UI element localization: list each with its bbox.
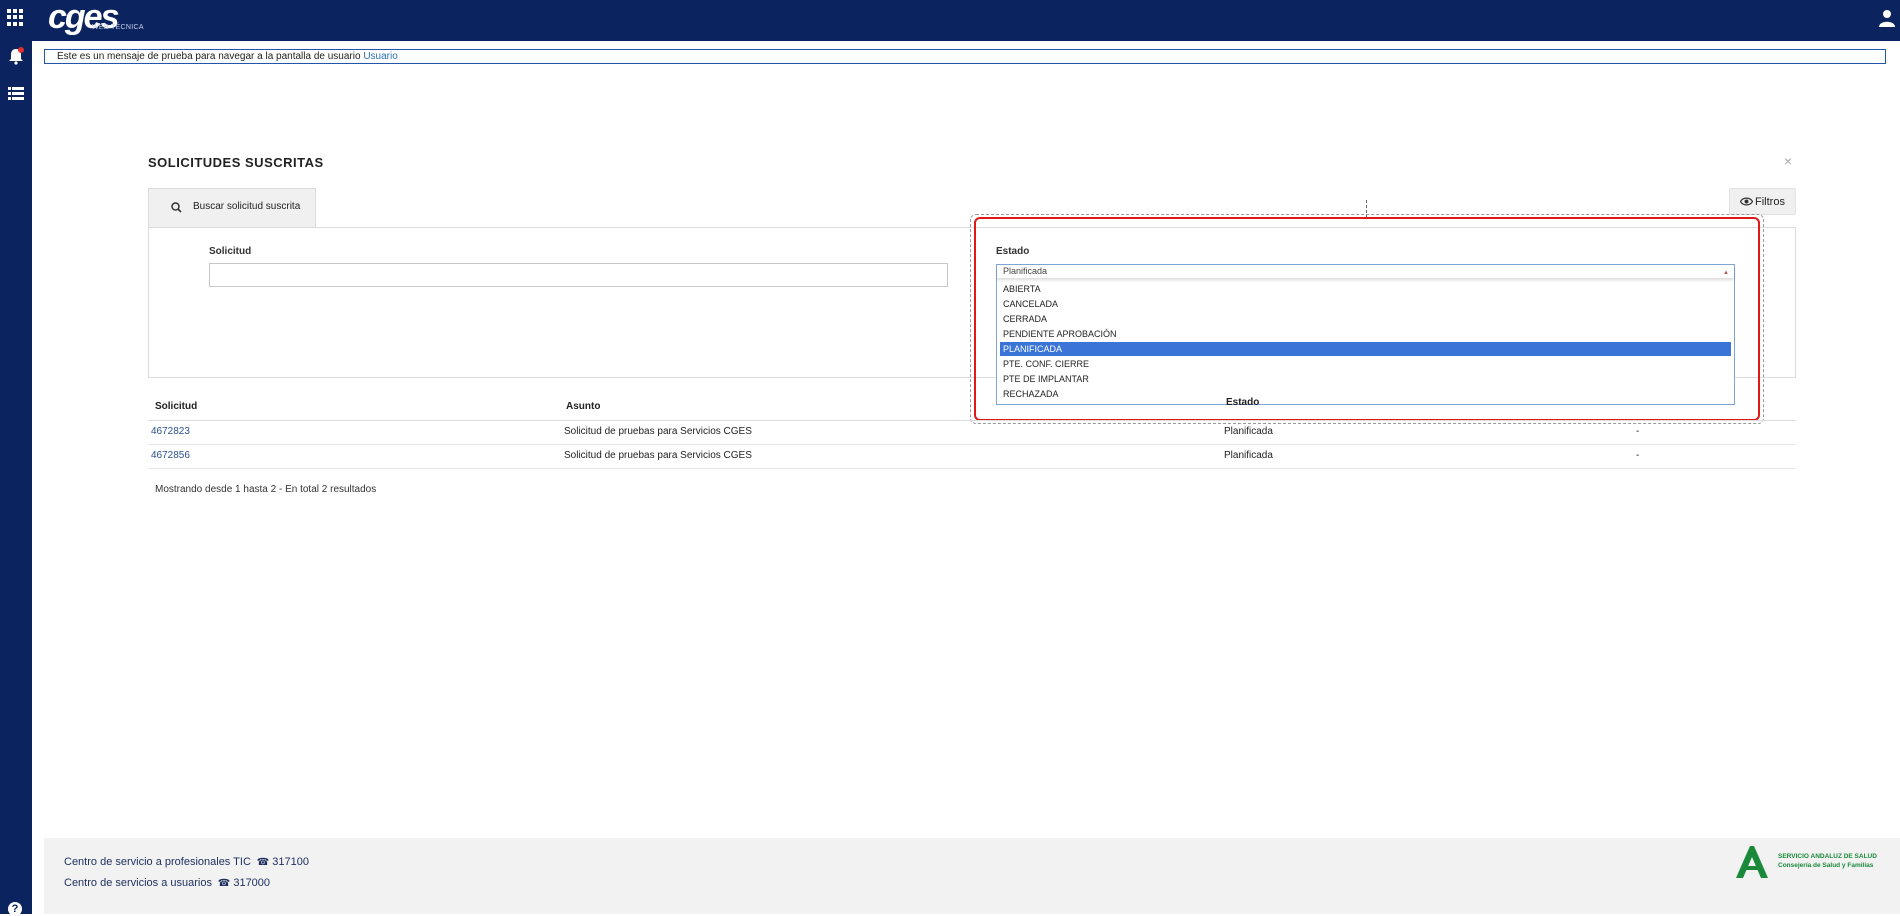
option-pte-de-implantar[interactable]: PTE DE IMPLANTAR <box>1000 372 1731 386</box>
estado-selected-value[interactable]: Planificada <box>997 265 1734 278</box>
notice-text: Este es un mensaje de prueba para navega… <box>57 51 361 62</box>
cges-logo[interactable]: cges WEB TÉCNICA <box>48 0 148 38</box>
tab-buscar-solicitud[interactable]: Buscar solicitud suscrita <box>148 188 316 227</box>
option-abierta[interactable]: ABIERTA <box>1000 282 1731 296</box>
row-id[interactable]: 4672823 <box>151 426 190 437</box>
table-row[interactable]: 4672856 Solicitud de pruebas para Servic… <box>148 445 1796 469</box>
junta-andalucia-logo[interactable]: SERVICIO ANDALUZ DE SALUD Consejería de … <box>1734 844 1894 884</box>
footer-phone2[interactable]: 317000 <box>233 877 270 889</box>
list-icon[interactable] <box>7 85 25 103</box>
row-estado: Planificada <box>1224 450 1273 461</box>
filters-button[interactable]: Filtros <box>1729 188 1796 215</box>
row-asunto: Solicitud de pruebas para Servicios CGES <box>564 450 752 461</box>
solicitud-input[interactable] <box>209 263 948 287</box>
option-pte-conf-cierre[interactable]: PTE. CONF. CIERRE <box>1000 357 1731 371</box>
footer-line-usuarios: Centro de servicios a usuarios ☎ 317000 <box>64 877 270 889</box>
option-cerrada[interactable]: CERRADA <box>1000 312 1731 326</box>
table-row[interactable]: 4672823 Solicitud de pruebas para Servic… <box>148 421 1796 445</box>
caret-up-icon[interactable]: ▲ <box>1723 270 1729 276</box>
col-estado[interactable]: Estado <box>1226 397 1259 408</box>
footer-line1-text: Centro de servicio a profesionales TIC <box>64 856 251 868</box>
option-cancelada[interactable]: CANCELADA <box>1000 297 1731 311</box>
estado-label: Estado <box>996 246 1030 257</box>
top-bar: cges WEB TÉCNICA <box>0 0 1900 41</box>
estado-select[interactable]: Planificada ▲ ABIERTA CANCELADA CERRADA … <box>996 264 1735 405</box>
option-planificada[interactable]: PLANIFICADA <box>1000 342 1731 356</box>
filters-label: Filtros <box>1755 196 1785 208</box>
junta-a-icon <box>1736 846 1768 878</box>
footer-line-profesionales: Centro de servicio a profesionales TIC ☎… <box>64 856 309 868</box>
org-name-line1: SERVICIO ANDALUZ DE SALUD <box>1778 853 1877 860</box>
results-count: Mostrando desde 1 hasta 2 - En total 2 r… <box>155 484 377 495</box>
notice-user-link[interactable]: Usuario <box>363 51 397 62</box>
col-asunto[interactable]: Asunto <box>566 401 600 412</box>
user-icon[interactable] <box>1878 9 1896 27</box>
footer: Centro de servicio a profesionales TIC ☎… <box>44 838 1900 914</box>
notice-banner: Este es un mensaje de prueba para navega… <box>44 49 1886 64</box>
apps-grid-icon[interactable] <box>7 9 24 26</box>
option-pendiente-aprobacion[interactable]: PENDIENTE APROBACIÓN <box>1000 327 1731 341</box>
footer-phone1[interactable]: 317100 <box>272 856 309 868</box>
footer-line2-text: Centro de servicios a usuarios <box>64 877 212 889</box>
table-header: Solicitud Asunto Estado <box>148 397 1796 421</box>
row-extra: - <box>1636 450 1640 461</box>
bell-notification-icon[interactable] <box>7 47 25 65</box>
eye-icon <box>1740 197 1753 206</box>
col-solicitud[interactable]: Solicitud <box>155 401 197 412</box>
row-id[interactable]: 4672856 <box>151 450 190 461</box>
org-name-line2: Consejería de Salud y Familias <box>1778 862 1874 869</box>
sidebar <box>0 41 32 914</box>
phone-icon: ☎ <box>253 857 270 868</box>
row-extra: - <box>1636 426 1640 437</box>
close-icon[interactable]: × <box>1784 153 1792 169</box>
page-title: SOLICITUDES SUSCRITAS <box>148 155 324 170</box>
tab-label: Buscar solicitud suscrita <box>193 201 301 212</box>
search-icon <box>171 202 182 213</box>
logo-subtitle: WEB TÉCNICA <box>92 24 144 31</box>
row-estado: Planificada <box>1224 426 1273 437</box>
logo-brand-text: cges <box>48 0 119 36</box>
phone-icon: ☎ <box>215 878 231 889</box>
row-asunto: Solicitud de pruebas para Servicios CGES <box>564 426 752 437</box>
estado-value-text: Planificada <box>1003 266 1048 276</box>
solicitud-label: Solicitud <box>209 246 252 257</box>
